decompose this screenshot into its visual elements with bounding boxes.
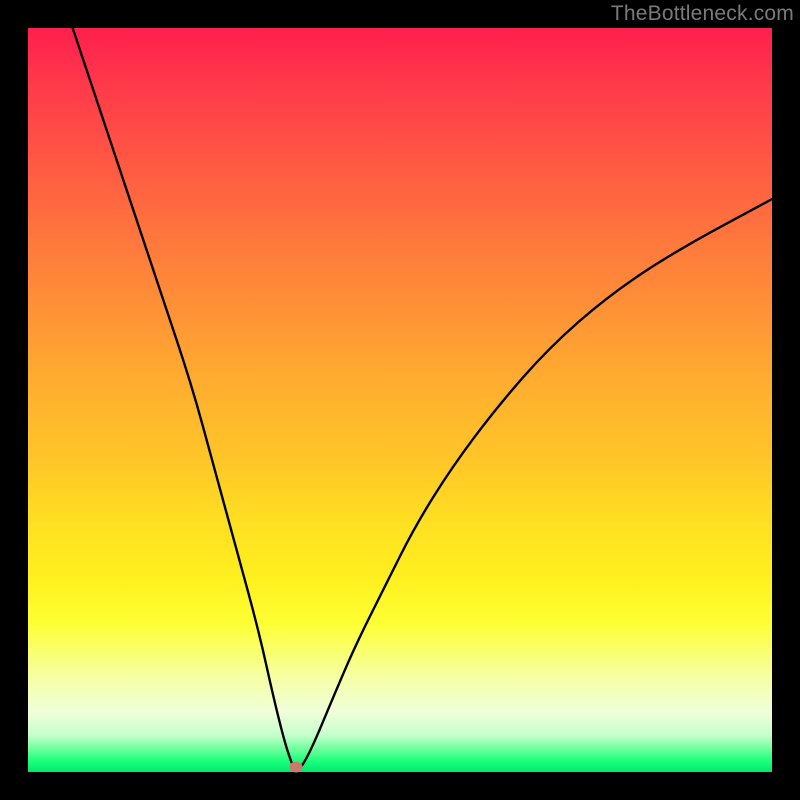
bottleneck-curve xyxy=(28,28,772,772)
watermark-text: TheBottleneck.com xyxy=(611,2,794,26)
plot-area xyxy=(28,28,772,772)
optimal-point-marker xyxy=(289,761,302,772)
chart-frame: TheBottleneck.com xyxy=(0,0,800,800)
